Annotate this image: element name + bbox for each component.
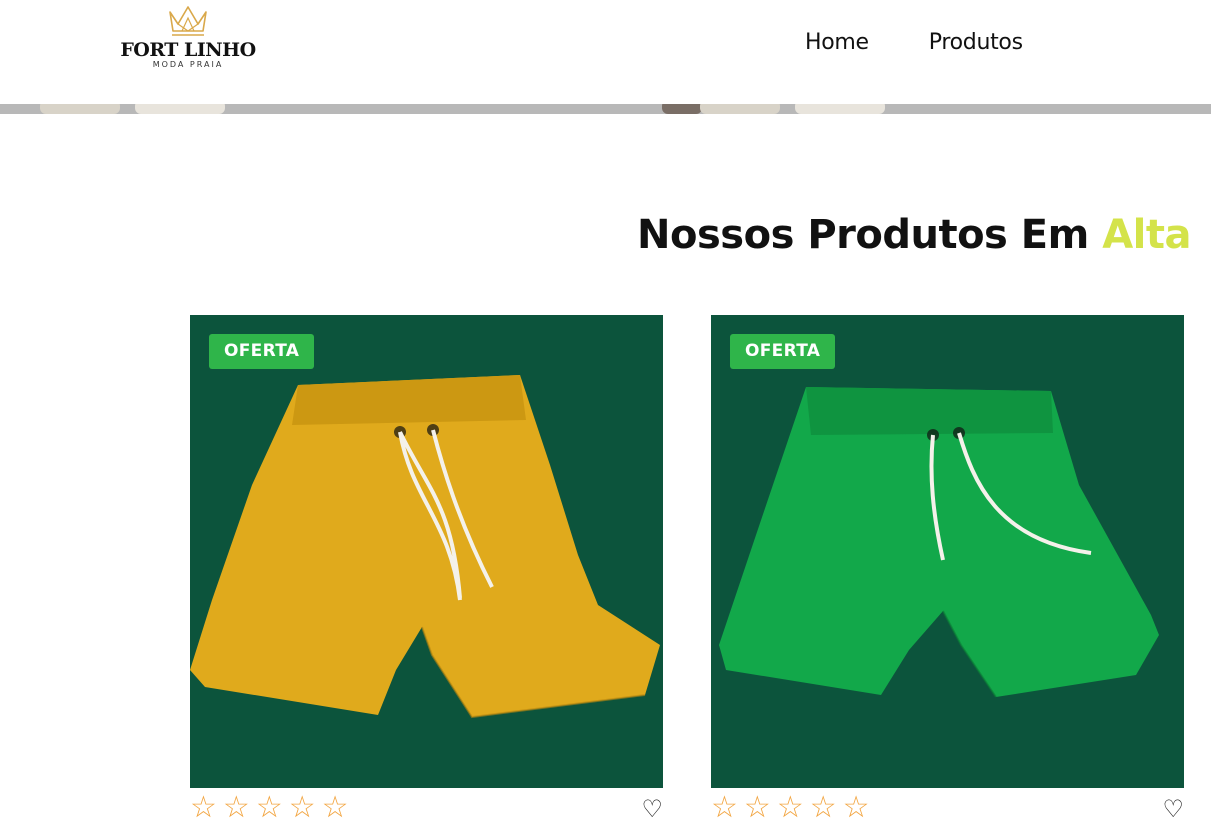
rating-stars: ☆ ☆ ☆ ☆ ☆ (190, 793, 349, 823)
crown-icon (169, 6, 207, 36)
star-icon: ☆ (743, 790, 771, 825)
section-title: Nossos Produtos Em Alta (637, 212, 1191, 258)
product-image[interactable]: OFERTA (190, 315, 663, 788)
star-icon: ☆ (288, 790, 316, 825)
section-title-accent: Alta (1102, 212, 1191, 258)
star-icon: ☆ (809, 790, 837, 825)
product-card[interactable]: OFERTA ☆ ☆ ☆ ☆ ☆ ♡ (711, 315, 1184, 823)
product-card[interactable]: OFERTA ☆ ☆ ☆ ☆ ☆ ♡ (190, 315, 663, 823)
hero-banner-strip (0, 104, 1211, 114)
heart-icon[interactable]: ♡ (1162, 797, 1184, 821)
star-icon: ☆ (222, 790, 250, 825)
heart-icon[interactable]: ♡ (641, 797, 663, 821)
site-header: FORT LINHO MODA PRAIA Home Produtos (0, 0, 1211, 104)
nav-home-link[interactable]: Home (805, 30, 869, 55)
star-icon: ☆ (190, 790, 217, 825)
product-image[interactable]: OFERTA (711, 315, 1184, 788)
offer-badge: OFERTA (730, 334, 836, 369)
rating-stars: ☆ ☆ ☆ ☆ ☆ (711, 793, 870, 823)
star-icon: ☆ (321, 790, 349, 825)
main-nav: Home Produtos (805, 30, 1023, 55)
logo-wordmark: FORT LINHO (120, 39, 256, 61)
logo-tagline: MODA PRAIA (152, 60, 224, 69)
star-icon: ☆ (255, 790, 283, 825)
brand-logo[interactable]: FORT LINHO MODA PRAIA (118, 4, 258, 84)
section-title-main: Nossos Produtos Em (637, 212, 1103, 258)
star-icon: ☆ (711, 790, 738, 825)
star-icon: ☆ (776, 790, 804, 825)
offer-badge: OFERTA (209, 334, 315, 369)
star-icon: ☆ (842, 790, 870, 825)
nav-produtos-link[interactable]: Produtos (929, 30, 1023, 55)
